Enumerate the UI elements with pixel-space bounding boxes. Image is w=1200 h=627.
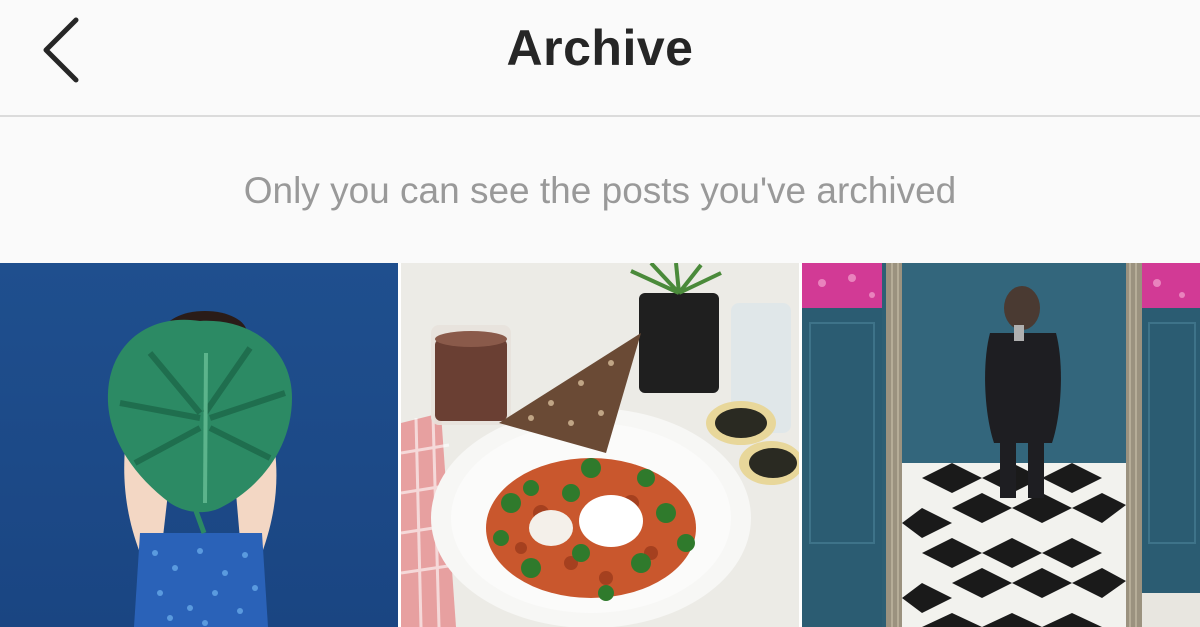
- archived-posts-grid: [0, 263, 1200, 627]
- archive-screen: Archive Only you can see the posts you'v…: [0, 0, 1200, 627]
- monstera-leaf-photo: [0, 263, 398, 627]
- page-title: Archive: [506, 20, 694, 76]
- archived-post-2[interactable]: [401, 263, 799, 627]
- breakfast-plate-photo: [401, 263, 799, 627]
- archive-notice: Only you can see the posts you've archiv…: [0, 117, 1200, 263]
- navigation-bar: Archive: [0, 0, 1200, 117]
- archived-post-1[interactable]: [0, 263, 398, 627]
- archive-notice-text: Only you can see the posts you've archiv…: [243, 170, 957, 211]
- mirror-selfie-photo: [802, 263, 1200, 627]
- archived-post-3[interactable]: [802, 263, 1200, 627]
